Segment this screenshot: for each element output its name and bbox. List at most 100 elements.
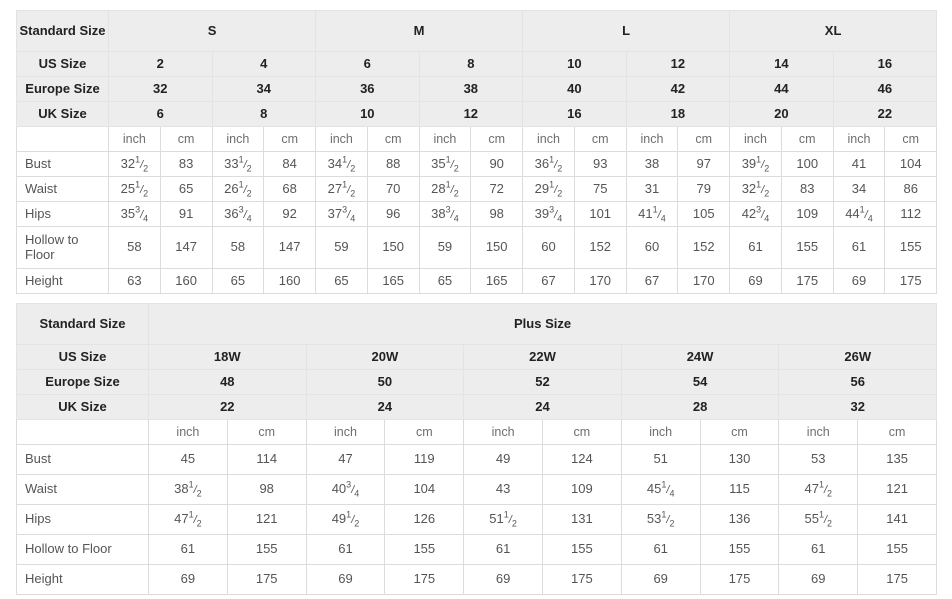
measurement-cell: 61 bbox=[620, 534, 701, 565]
measurement-cell: 353/4 bbox=[108, 201, 161, 227]
uk-size-row: UK Size 6 8 10 12 16 18 20 22 bbox=[16, 101, 938, 127]
measurement-cell: 69 bbox=[305, 564, 386, 595]
measurement-row: Hollow to Floor 58 147 58 147 59 150 59 150 60 152… bbox=[16, 226, 938, 269]
unit-inch: inch bbox=[778, 419, 859, 445]
measurement-cell: 65 bbox=[211, 268, 265, 294]
measurement-cell: 38 bbox=[625, 151, 679, 177]
measurement-cell: 175 bbox=[857, 564, 938, 595]
measurement-cell: 131 bbox=[541, 504, 622, 535]
measurement-cell: 361/2 bbox=[522, 151, 575, 177]
measurement-cell: 135 bbox=[857, 444, 938, 475]
measurement-cell: 61 bbox=[148, 534, 228, 565]
measurement-cell: 351/2 bbox=[418, 151, 472, 177]
measurement-cell: 155 bbox=[884, 226, 938, 269]
measurement-cell: 261/2 bbox=[211, 176, 265, 202]
fraction-value: 491/2 bbox=[331, 509, 360, 529]
measurement-cell: 170 bbox=[573, 268, 627, 294]
europe-size-cell: 32 bbox=[108, 76, 213, 102]
unit-inch: inch bbox=[211, 126, 265, 152]
measurement-cell: 165 bbox=[366, 268, 420, 294]
europe-size-cell: 56 bbox=[778, 369, 938, 395]
measurement-cell: 175 bbox=[226, 564, 307, 595]
measurement-cell: 121 bbox=[857, 474, 938, 505]
measurement-cell: 471/2 bbox=[148, 504, 228, 535]
measurement-cell: 321/2 bbox=[108, 151, 161, 177]
measurement-cell: 109 bbox=[541, 474, 622, 505]
measurement-cell: 61 bbox=[832, 226, 886, 269]
row-label-standard-size: Standard Size bbox=[16, 10, 109, 52]
group-header-s: S bbox=[107, 10, 317, 52]
measurement-cell: 109 bbox=[780, 201, 834, 227]
us-size-cell: 22W bbox=[463, 344, 622, 370]
measurement-cell: 393/4 bbox=[522, 201, 575, 227]
group-header-row: Standard Size Plus Size bbox=[16, 303, 938, 345]
us-size-cell: 2 bbox=[108, 51, 213, 77]
unit-cm: cm bbox=[677, 126, 731, 152]
measurement-cell: 98 bbox=[470, 201, 524, 227]
unit-inch: inch bbox=[108, 126, 161, 152]
measurement-cell: 79 bbox=[677, 176, 731, 202]
standard-size-table: Standard Size S M L XL US Size 2 4 6 8 10 12 14 16 Eur… bbox=[16, 10, 938, 294]
unit-cm: cm bbox=[780, 126, 834, 152]
fraction-value: 393/4 bbox=[534, 204, 563, 224]
measurement-cell: 383/4 bbox=[418, 201, 472, 227]
measurement-cell: 65 bbox=[315, 268, 368, 294]
measurement-cell: 97 bbox=[677, 151, 731, 177]
measurement-label-hips: Hips bbox=[16, 201, 109, 227]
measurement-cell: 69 bbox=[729, 268, 782, 294]
uk-size-cell: 32 bbox=[778, 394, 938, 420]
fraction-value: 381/2 bbox=[174, 479, 202, 499]
group-header-l: L bbox=[522, 10, 731, 52]
fraction-value: 363/4 bbox=[224, 204, 252, 224]
uk-size-cell: 24 bbox=[463, 394, 622, 420]
measurement-cell: 391/2 bbox=[729, 151, 782, 177]
measurement-row: Waist 381/2 98 403/4 104 43 109 451/4 115 471/2 12… bbox=[16, 474, 938, 505]
fraction-value: 353/4 bbox=[120, 204, 149, 224]
measurement-label-bust: Bust bbox=[16, 444, 149, 475]
unit-inch: inch bbox=[315, 126, 368, 152]
measurement-cell: 155 bbox=[699, 534, 780, 565]
unit-row: inch cm inch cm inch cm inch cm inch cm inch cm inch… bbox=[16, 126, 938, 152]
group-header-row: Standard Size S M L XL bbox=[16, 10, 938, 52]
fraction-value: 471/2 bbox=[174, 509, 202, 529]
measurement-cell: 150 bbox=[366, 226, 420, 269]
uk-size-cell: 28 bbox=[620, 394, 780, 420]
measurement-row: Bust 321/2 83 331/2 84 341/2 88 351/2 90 361/2 93 3… bbox=[16, 151, 938, 177]
europe-size-cell: 46 bbox=[832, 76, 938, 102]
measurement-cell: 61 bbox=[778, 534, 859, 565]
europe-size-row: Europe Size 48 50 52 54 56 bbox=[16, 369, 938, 395]
us-size-cell: 16 bbox=[832, 51, 938, 77]
uk-size-cell: 18 bbox=[625, 101, 731, 127]
measurement-cell: 104 bbox=[384, 474, 465, 505]
unit-inch: inch bbox=[832, 126, 886, 152]
fraction-value: 471/2 bbox=[804, 479, 833, 499]
measurement-cell: 91 bbox=[159, 201, 213, 227]
uk-size-cell: 10 bbox=[315, 101, 420, 127]
measurement-cell: 60 bbox=[522, 226, 575, 269]
measurement-cell: 98 bbox=[226, 474, 307, 505]
us-size-cell: 8 bbox=[418, 51, 524, 77]
europe-size-cell: 38 bbox=[418, 76, 524, 102]
measurement-cell: 471/2 bbox=[778, 474, 859, 505]
measurement-cell: 175 bbox=[699, 564, 780, 595]
row-label-standard-size: Standard Size bbox=[16, 303, 149, 345]
europe-size-cell: 40 bbox=[522, 76, 627, 102]
measurement-cell: 251/2 bbox=[108, 176, 161, 202]
europe-size-cell: 48 bbox=[148, 369, 307, 395]
fraction-value: 511/2 bbox=[489, 509, 517, 529]
fraction-value: 403/4 bbox=[331, 479, 360, 499]
row-label-europe-size: Europe Size bbox=[16, 76, 109, 102]
measurement-cell: 59 bbox=[315, 226, 368, 269]
measurement-cell: 86 bbox=[884, 176, 938, 202]
fraction-value: 423/4 bbox=[741, 204, 770, 224]
measurement-cell: 403/4 bbox=[305, 474, 386, 505]
measurement-cell: 136 bbox=[699, 504, 780, 535]
measurement-cell: 124 bbox=[541, 444, 622, 475]
measurement-cell: 63 bbox=[108, 268, 161, 294]
measurement-cell: 105 bbox=[677, 201, 731, 227]
measurement-cell: 551/2 bbox=[778, 504, 859, 535]
measurement-cell: 53 bbox=[778, 444, 859, 475]
plus-size-table: Standard Size Plus Size US Size 18W 20W 22W 24… bbox=[16, 303, 938, 595]
fraction-value: 281/2 bbox=[431, 179, 459, 199]
measurement-cell: 47 bbox=[305, 444, 386, 475]
